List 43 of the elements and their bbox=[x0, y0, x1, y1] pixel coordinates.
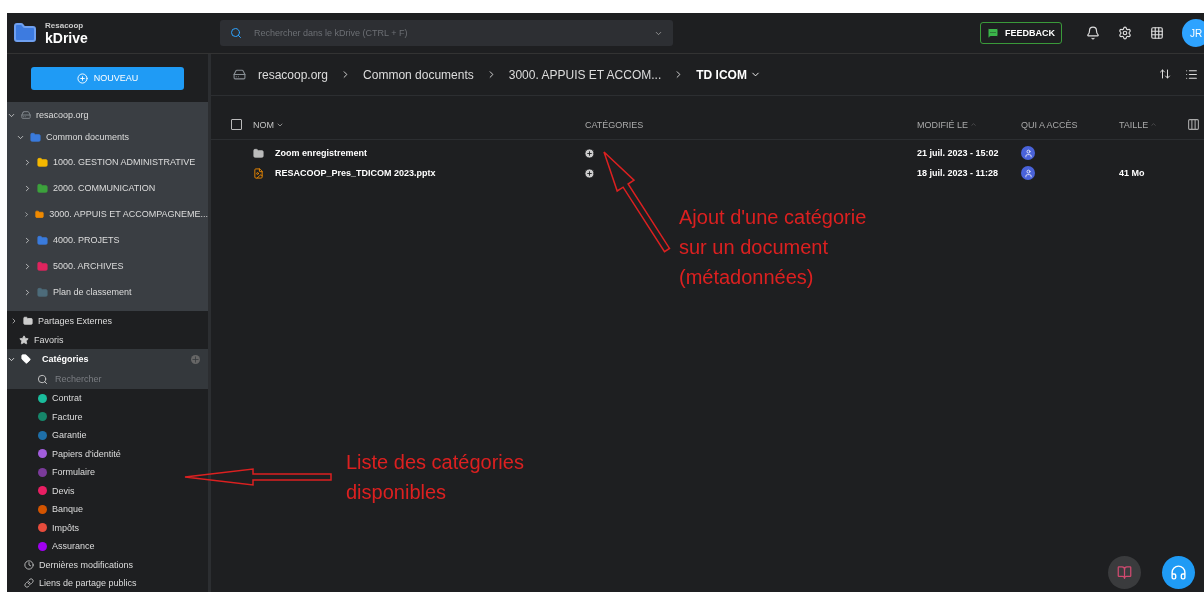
category-search-field[interactable]: Rechercher bbox=[53, 373, 173, 385]
file-size: 41 Mo bbox=[1119, 168, 1145, 178]
category-item[interactable]: Assurance bbox=[52, 541, 95, 552]
category-item[interactable]: Devis bbox=[52, 485, 75, 496]
current-folder-button[interactable]: TD ICOM bbox=[696, 67, 761, 82]
file-name[interactable]: Zoom enregistrement bbox=[275, 148, 368, 158]
category-item[interactable]: Impôts bbox=[52, 522, 79, 533]
column-header[interactable]: NOM bbox=[253, 119, 585, 130]
tree-item[interactable]: 5000. ARCHIVES bbox=[53, 261, 124, 271]
column-header[interactable]: MODIFIÉ LE bbox=[917, 119, 1021, 130]
tree-item[interactable]: Common documents bbox=[46, 132, 130, 142]
tree-item[interactable]: 3000. APPUIS ET ACCOMPAGNEME... bbox=[49, 209, 208, 219]
tree-item[interactable]: 4000. PROJETS bbox=[53, 235, 120, 245]
category-item[interactable]: Banque bbox=[52, 504, 84, 515]
nav-item[interactable]: Dernières modifications bbox=[39, 559, 134, 570]
category-search-bar[interactable]: Rechercher bbox=[7, 369, 208, 389]
file-name[interactable]: RESACOOP_Pres_TDICOM 2023.pptx bbox=[275, 168, 436, 178]
category-item[interactable]: Garantie bbox=[52, 430, 87, 441]
category-item[interactable]: Papiers d'identité bbox=[52, 448, 121, 459]
modified-date: 21 juil. 2023 - 15:02 bbox=[917, 148, 999, 158]
tree-item[interactable]: 2000. COMMUNICATION bbox=[53, 183, 156, 193]
column-header[interactable]: QUI A ACCÈS bbox=[1021, 119, 1119, 130]
annotation-text: Liste des catégories disponibles bbox=[346, 450, 524, 505]
category-item[interactable]: Contrat bbox=[52, 393, 82, 404]
tree-item[interactable]: resacoop.org bbox=[36, 110, 89, 120]
column-header[interactable]: CATÉGORIES bbox=[585, 119, 917, 130]
nav-item[interactable]: Partages Externes bbox=[38, 315, 113, 326]
nav-item[interactable]: Catégories bbox=[42, 354, 89, 364]
brand-title: kDrive bbox=[45, 29, 88, 46]
tree-item[interactable]: Plan de classement bbox=[53, 287, 132, 297]
tree-item[interactable]: 1000. GESTION ADMINISTRATIVE bbox=[53, 157, 196, 167]
column-header[interactable]: TAILLE bbox=[1119, 119, 1187, 130]
feedback-button[interactable]: FEEDBACK bbox=[980, 22, 1062, 44]
nav-item[interactable]: Liens de partage publics bbox=[39, 577, 137, 588]
annotation-text: Ajout d'une catégorie sur un document (métadonnées) bbox=[679, 205, 867, 290]
category-item[interactable]: Formulaire bbox=[52, 467, 95, 478]
nav-item[interactable]: Favoris bbox=[34, 334, 64, 345]
brand-subtitle: Resacoop bbox=[45, 20, 85, 30]
breadcrumb-link[interactable]: 3000. APPUIS ET ACCOM... bbox=[508, 67, 662, 82]
breadcrumb-link[interactable]: Common documents bbox=[363, 67, 474, 82]
breadcrumb-link[interactable]: resacoop.org bbox=[258, 67, 329, 82]
category-item[interactable]: Facture bbox=[52, 411, 83, 422]
modified-date: 18 juil. 2023 - 11:28 bbox=[917, 168, 999, 178]
